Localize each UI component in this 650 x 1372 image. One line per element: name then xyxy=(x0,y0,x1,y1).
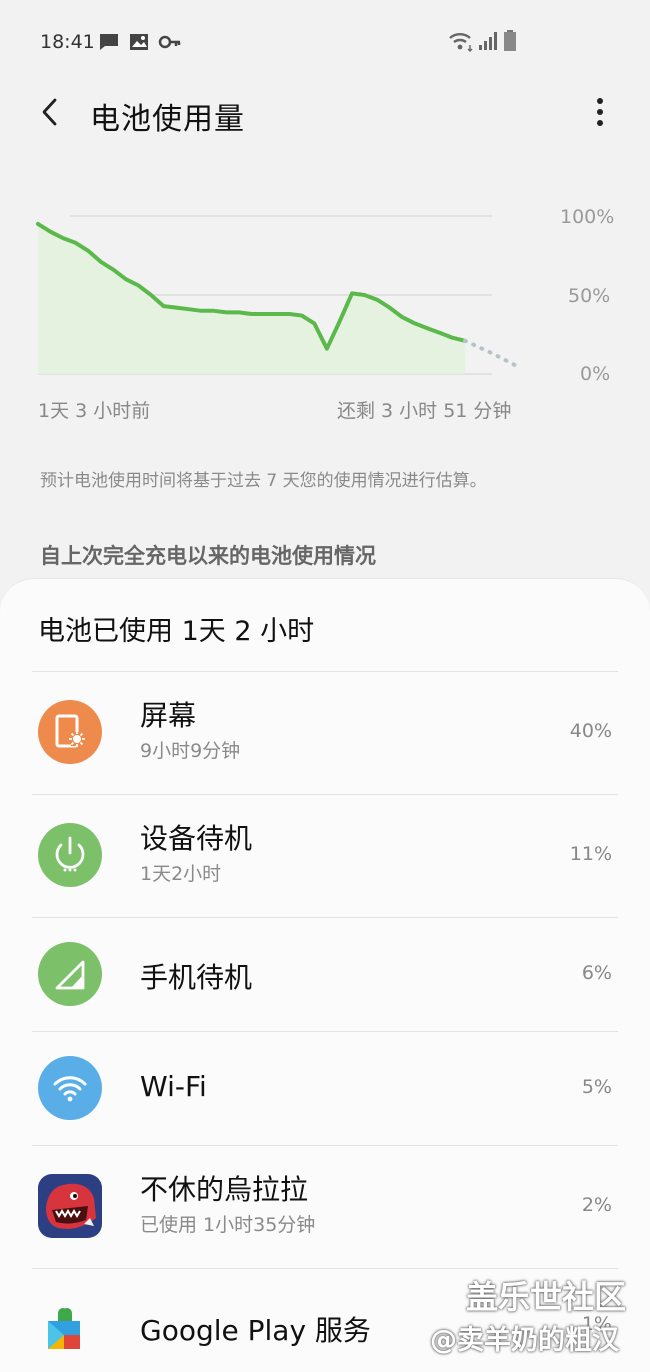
usage-item-game-app[interactable]: 不休的烏拉拉 已使用 1小时35分钟 2% xyxy=(0,1146,650,1268)
usage-item-name: Wi-Fi xyxy=(140,1070,207,1103)
usage-item-screen[interactable]: 屏幕 9小时9分钟 40% xyxy=(0,672,650,794)
usage-item-name: 屏幕 xyxy=(140,699,197,732)
usage-item-duration: 已使用 1小时35分钟 xyxy=(140,1214,316,1236)
more-options-button[interactable] xyxy=(580,90,620,134)
usage-item-percent: 40% xyxy=(569,720,612,742)
battery-area-fill xyxy=(38,223,465,374)
y-tick-0: 0% xyxy=(580,363,611,385)
usage-item-device-standby[interactable]: 设备待机 1天2小时 11% xyxy=(0,795,650,917)
screen-brightness-icon xyxy=(38,700,102,764)
usage-item-percent: 6% xyxy=(581,962,612,984)
usage-item-name: 手机待机 xyxy=(140,961,253,994)
usage-item-percent: 5% xyxy=(581,1076,612,1098)
gallery-icon xyxy=(130,34,148,50)
card-title: 电池已使用 1天 2 小时 xyxy=(38,616,315,647)
more-vert-icon xyxy=(597,98,603,126)
signal-icon xyxy=(479,32,497,50)
usage-item-name: 设备待机 xyxy=(140,822,253,855)
message-icon xyxy=(100,34,118,50)
wifi-icon xyxy=(449,33,473,52)
chart-plot-area xyxy=(36,221,522,374)
back-button[interactable] xyxy=(30,90,74,134)
y-tick-50: 50% xyxy=(568,285,611,307)
x-label-start: 1天 3 小时前 xyxy=(38,400,151,422)
usage-item-phone-standby[interactable]: 手机待机 6% xyxy=(0,918,650,1031)
back-arrow-icon xyxy=(42,98,57,126)
status-time: 18:41 xyxy=(40,31,95,53)
usage-card: 电池已使用 1天 2 小时 屏幕 9小时9分钟 40% 设备待机 1天2小时 1… xyxy=(0,578,650,1372)
battery-icon xyxy=(504,30,516,51)
usage-item-name: Google Play 服务 xyxy=(140,1314,371,1347)
game-app-icon xyxy=(38,1174,102,1238)
usage-item-duration: 9小时9分钟 xyxy=(140,740,241,762)
watermark-title: 盖乐世社区 xyxy=(466,1278,627,1316)
power-icon xyxy=(38,823,102,887)
x-label-end: 还剩 3 小时 51 分钟 xyxy=(337,400,512,422)
section-header: 自上次完全充电以来的电池使用情况 xyxy=(40,544,376,568)
watermark-author: @卖羊奶的粗汉 xyxy=(430,1325,619,1356)
cell-signal-icon xyxy=(38,942,102,1006)
usage-item-percent: 2% xyxy=(581,1194,612,1216)
google-play-services-icon xyxy=(38,1291,102,1355)
usage-item-duration: 1天2小时 xyxy=(140,863,222,885)
usage-item-name: 不休的烏拉拉 xyxy=(140,1173,309,1206)
wifi-icon xyxy=(38,1056,102,1120)
y-tick-100: 100% xyxy=(560,206,615,228)
key-icon xyxy=(158,35,181,49)
estimate-note: 预计电池使用时间将基于过去 7 天您的使用情况进行估算。 xyxy=(40,471,487,491)
status-bar: 18:41 xyxy=(0,0,650,84)
page-title: 电池使用量 xyxy=(90,102,245,137)
usage-item-wifi[interactable]: Wi-Fi 5% xyxy=(0,1032,650,1145)
battery-projection-line xyxy=(463,338,522,370)
usage-item-percent: 11% xyxy=(569,843,612,865)
